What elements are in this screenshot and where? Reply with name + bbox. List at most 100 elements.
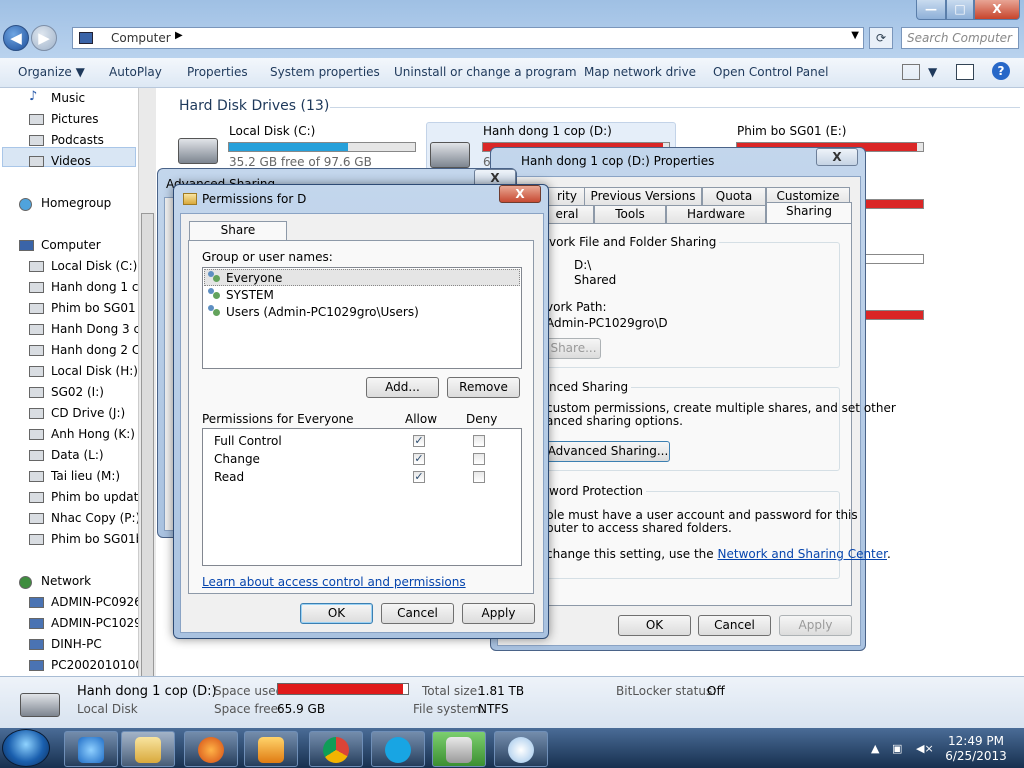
deny-checkbox[interactable]	[473, 435, 485, 447]
taskbar-explorer[interactable]	[121, 731, 175, 767]
permission-name: Read	[214, 470, 245, 484]
refresh-button[interactable]: ⟳	[869, 27, 893, 49]
network-tray-icon[interactable]: ▣	[892, 742, 902, 755]
bitlocker-label: BitLocker status:	[616, 684, 717, 698]
internet-explorer-icon	[78, 737, 104, 763]
tab-quota[interactable]: Quota	[702, 187, 766, 205]
tab-share-permissions[interactable]: Share Permissions	[189, 221, 287, 253]
nav-item-network[interactable]: Network	[19, 574, 91, 589]
group-header[interactable]: Hard Disk Drives (13)	[179, 98, 329, 114]
nav-item-drive[interactable]: Tai lieu (M:)	[29, 469, 120, 483]
podcasts-icon	[29, 135, 44, 146]
map-network-drive-button[interactable]: Map network drive	[584, 65, 696, 79]
back-button[interactable]: ◀	[3, 25, 29, 51]
allow-header: Allow	[405, 412, 438, 426]
allow-checkbox[interactable]: ✓	[413, 471, 425, 483]
taskbar-paint[interactable]	[494, 731, 548, 767]
nav-item-homegroup[interactable]: Homegroup	[19, 196, 111, 211]
address-dropdown-icon[interactable]: ▼	[851, 30, 859, 41]
nav-item-drive[interactable]: CD Drive (J:)	[29, 406, 125, 420]
nav-item-drive[interactable]: Phim bo SG01b (	[29, 532, 152, 546]
share-button[interactable]: Share...	[546, 338, 601, 359]
properties-apply-button[interactable]: Apply	[779, 615, 852, 636]
drive-d-icon[interactable]	[430, 142, 470, 168]
clock[interactable]: 12:49 PM 6/25/2013	[938, 734, 1014, 764]
permissions-close-button[interactable]: X	[499, 185, 541, 203]
permissions-apply-button[interactable]: Apply	[462, 603, 535, 624]
properties-close-button[interactable]: X	[816, 148, 858, 166]
minimize-button[interactable]: —	[916, 0, 946, 20]
allow-checkbox[interactable]: ✓	[413, 453, 425, 465]
system-properties-button[interactable]: System properties	[270, 65, 380, 79]
nav-item-drive[interactable]: Local Disk (H:)	[29, 364, 138, 378]
nav-item-podcasts[interactable]: Podcasts	[29, 133, 104, 147]
start-button[interactable]	[2, 729, 50, 767]
taskbar-skype[interactable]	[371, 731, 425, 767]
help-icon[interactable]: ?	[992, 62, 1010, 80]
forward-button[interactable]: ▶	[31, 25, 57, 51]
nav-item-drive[interactable]: Phim bo update	[29, 490, 146, 504]
organize-button[interactable]: Organize ▼	[18, 65, 85, 79]
nav-item-drive[interactable]: Local Disk (C:)	[29, 259, 137, 273]
volume-muted-icon[interactable]: ◀×	[916, 742, 934, 755]
taskbar-media[interactable]	[244, 731, 298, 767]
nav-scrollbar[interactable]	[138, 88, 156, 713]
taskbar-chrome[interactable]	[309, 731, 363, 767]
learn-permissions-link[interactable]: Learn about access control and permissio…	[202, 575, 466, 589]
deny-checkbox[interactable]	[473, 471, 485, 483]
drive-e-name[interactable]: Phim bo SG01 (E:)	[737, 124, 846, 138]
address-bar[interactable]: Computer ▶ ▼	[72, 27, 864, 49]
drive-c-name[interactable]: Local Disk (C:)	[229, 124, 315, 138]
change-view-icon[interactable]	[902, 64, 920, 80]
nav-item-pictures[interactable]: Pictures	[29, 112, 99, 126]
taskbar-firefox[interactable]	[184, 731, 238, 767]
uninstall-button[interactable]: Uninstall or change a program	[394, 65, 577, 79]
user-row[interactable]: SYSTEM	[208, 288, 274, 302]
network-icon	[19, 576, 32, 589]
nav-item-drive[interactable]: Nhac Copy (P:)	[29, 511, 140, 525]
tab-sharing[interactable]: Sharing	[766, 202, 852, 224]
drive-c-icon[interactable]	[178, 138, 218, 164]
search-input[interactable]: Search Computer	[901, 27, 1019, 49]
user-row[interactable]: Users (Admin-PC1029gro\Users)	[208, 305, 419, 319]
nav-item-music[interactable]: ♪ Music	[29, 89, 85, 105]
permissions-ok-button[interactable]: OK	[300, 603, 373, 624]
advanced-sharing-button[interactable]: Advanced Sharing...	[546, 441, 670, 462]
nav-item-drive[interactable]: Phim bo SG01 (E	[29, 301, 152, 315]
tab-previous-versions[interactable]: Previous Versions	[584, 187, 702, 205]
nav-item-drive[interactable]: Data (L:)	[29, 448, 104, 462]
taskbar-ie[interactable]	[64, 731, 118, 767]
maximize-button[interactable]: □	[946, 0, 974, 20]
nav-item-drive[interactable]: Anh Hong (K:)	[29, 427, 135, 441]
nav-item-drive[interactable]: Hanh Dong 3 co	[29, 322, 147, 336]
show-hidden-icons[interactable]: ▲	[871, 742, 879, 755]
nav-item-drive[interactable]: SG02 (I:)	[29, 385, 104, 399]
nav-item-videos[interactable]: Videos	[29, 154, 91, 168]
user-row[interactable]: Everyone	[208, 271, 282, 285]
nav-item-host[interactable]: DINH-PC	[29, 637, 102, 651]
preview-pane-icon[interactable]	[956, 64, 974, 80]
taskbar-drive-app[interactable]	[432, 731, 486, 767]
deny-checkbox[interactable]	[473, 453, 485, 465]
properties-cancel-button[interactable]: Cancel	[698, 615, 771, 636]
properties-ok-button[interactable]: OK	[618, 615, 691, 636]
tab-hardware[interactable]: Hardware	[666, 205, 766, 223]
nav-item-host[interactable]: ADMIN-PC09261	[29, 595, 149, 609]
open-control-panel-button[interactable]: Open Control Panel	[713, 65, 828, 79]
network-sharing-center-link[interactable]: Network and Sharing Center	[718, 547, 887, 561]
autoplay-button[interactable]: AutoPlay	[109, 65, 162, 79]
remove-button[interactable]: Remove	[447, 377, 520, 398]
breadcrumb-arrow-icon[interactable]: ▶	[175, 30, 183, 41]
nav-scroll-thumb[interactable]	[141, 213, 154, 713]
tab-tools[interactable]: Tools	[594, 205, 666, 223]
close-button[interactable]: X	[974, 0, 1020, 20]
add-button[interactable]: Add...	[366, 377, 439, 398]
view-dropdown-icon[interactable]: ▼	[928, 65, 937, 79]
permissions-cancel-button[interactable]: Cancel	[381, 603, 454, 624]
properties-button[interactable]: Properties	[187, 65, 248, 79]
allow-checkbox[interactable]: ✓	[413, 435, 425, 447]
nav-item-computer[interactable]: Computer	[19, 238, 101, 252]
nav-item-host[interactable]: ADMIN-PC1029C	[29, 616, 150, 630]
nav-item-drive[interactable]: Hanh dong 2 Co	[29, 343, 148, 357]
drive-d-name[interactable]: Hanh dong 1 cop (D:)	[483, 124, 612, 138]
